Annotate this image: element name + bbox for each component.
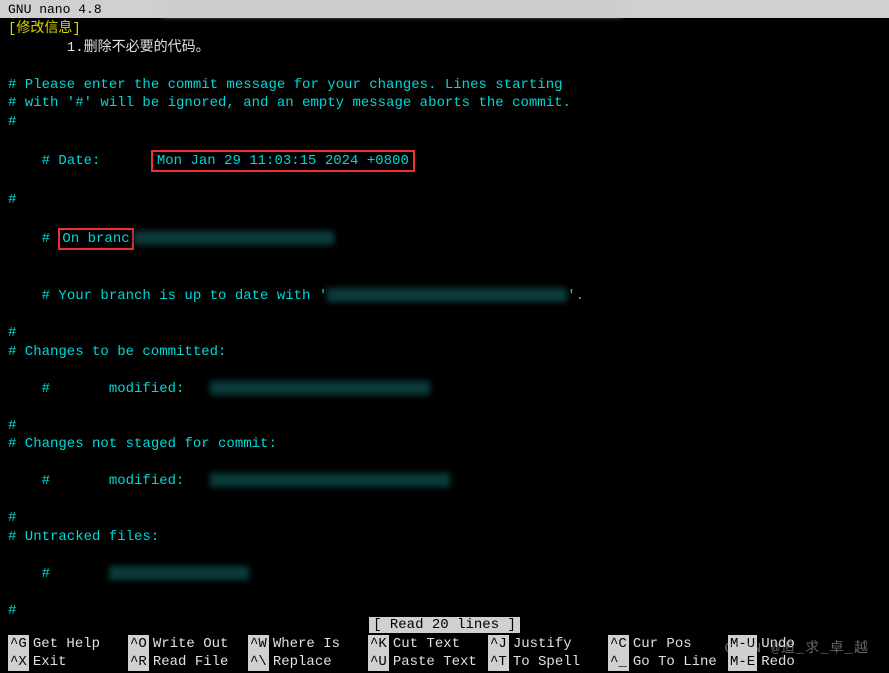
shortcut-key: ^J	[488, 635, 509, 653]
date-value: Mon Jan 29 11:03:15 2024 +0800	[157, 153, 409, 169]
remote-name-blur	[327, 288, 567, 302]
status-text: [ Read 20 lines ]	[369, 617, 520, 633]
shortcut-label: Where Is	[273, 635, 340, 653]
title-bar: GNU nano 4.8	[0, 0, 889, 18]
shortcut-item[interactable]: ^RRead File	[128, 653, 248, 671]
watermark: CSDN @追_求_卓_越	[724, 637, 869, 657]
comment-instruction-1: # Please enter the commit message for yo…	[8, 76, 881, 95]
shortcut-item[interactable]: ^WWhere Is	[248, 635, 368, 653]
shortcut-label: Read File	[153, 653, 229, 671]
shortcut-item[interactable]: ^_Go To Line	[608, 653, 728, 671]
untracked-item: #	[8, 546, 881, 602]
modified-line-2: # modified:	[8, 454, 881, 510]
branch-name-blur	[134, 231, 334, 245]
shortcut-key: ^_	[608, 653, 629, 671]
comment-blank: #	[8, 324, 881, 343]
shortcut-item[interactable]: ^TTo Spell	[488, 653, 608, 671]
modified-prefix: # modified:	[42, 473, 210, 489]
shortcut-label: Cur Pos	[633, 635, 692, 653]
title-filename-blur	[162, 2, 622, 16]
shortcut-key: ^G	[8, 635, 29, 653]
shortcut-key: ^X	[8, 653, 29, 671]
shortcut-label: Write Out	[153, 635, 229, 653]
branch-prefix: #	[42, 231, 59, 247]
modified-prefix: # modified:	[42, 381, 210, 397]
commit-header: [修改信息]	[8, 20, 881, 39]
app-title: GNU nano 4.8	[8, 2, 102, 17]
branch-highlight-box: On branc	[58, 228, 133, 251]
shortcut-item[interactable]: ^KCut Text	[368, 635, 488, 653]
shortcut-label: Replace	[273, 653, 332, 671]
date-highlight-box: Mon Jan 29 11:03:15 2024 +0800	[151, 150, 415, 173]
shortcut-label: Go To Line	[633, 653, 717, 671]
shortcut-key: ^U	[368, 653, 389, 671]
untracked-prefix: #	[42, 566, 109, 582]
date-label: # Date:	[42, 153, 151, 169]
shortcut-item[interactable]: ^UPaste Text	[368, 653, 488, 671]
date-line: # Date: Mon Jan 29 11:03:15 2024 +0800	[8, 131, 881, 191]
shortcut-label: Cut Text	[393, 635, 460, 653]
shortcut-key: ^W	[248, 635, 269, 653]
shortcut-key: ^T	[488, 653, 509, 671]
editor-content[interactable]: [修改信息] 1.删除不必要的代码。 # Please enter the co…	[0, 18, 889, 622]
file-path-blur	[109, 566, 249, 580]
shortcut-item[interactable]: ^XExit	[8, 653, 128, 671]
shortcut-item[interactable]: ^\Replace	[248, 653, 368, 671]
uptodate-suffix: '.	[567, 288, 584, 304]
comment-blank: #	[8, 509, 881, 528]
shortcut-item[interactable]: ^JJustify	[488, 635, 608, 653]
shortcut-label: Justify	[513, 635, 572, 653]
shortcut-key: ^O	[128, 635, 149, 653]
comment-instruction-2: # with '#' will be ignored, and an empty…	[8, 94, 881, 113]
branch-line: # On branc	[8, 209, 881, 269]
shortcut-key: ^C	[608, 635, 629, 653]
shortcut-key: ^R	[128, 653, 149, 671]
shortcut-key: ^\	[248, 653, 269, 671]
file-path-blur	[210, 473, 450, 487]
blank-line	[8, 57, 881, 76]
shortcut-item[interactable]: ^GGet Help	[8, 635, 128, 653]
shortcut-item[interactable]: ^CCur Pos	[608, 635, 728, 653]
changes-not-staged-header: # Changes not staged for commit:	[8, 435, 881, 454]
modified-line-1: # modified:	[8, 361, 881, 417]
comment-blank: #	[8, 113, 881, 132]
untracked-header: # Untracked files:	[8, 528, 881, 547]
uptodate-line: # Your branch is up to date with ' '.	[8, 269, 881, 325]
comment-blank: #	[8, 191, 881, 210]
shortcut-key: ^K	[368, 635, 389, 653]
shortcut-label: Paste Text	[393, 653, 477, 671]
uptodate-prefix: # Your branch is up to date with '	[42, 288, 328, 304]
shortcut-label: Get Help	[33, 635, 100, 653]
file-path-blur	[210, 381, 430, 395]
on-branc-text: On branc	[62, 231, 129, 247]
shortcut-label: To Spell	[513, 653, 580, 671]
commit-body-line: 1.删除不必要的代码。	[8, 39, 881, 58]
status-bar: [ Read 20 lines ]	[0, 617, 889, 633]
comment-blank: #	[8, 417, 881, 436]
shortcut-label: Exit	[33, 653, 67, 671]
changes-committed-header: # Changes to be committed:	[8, 343, 881, 362]
shortcut-item[interactable]: ^OWrite Out	[128, 635, 248, 653]
